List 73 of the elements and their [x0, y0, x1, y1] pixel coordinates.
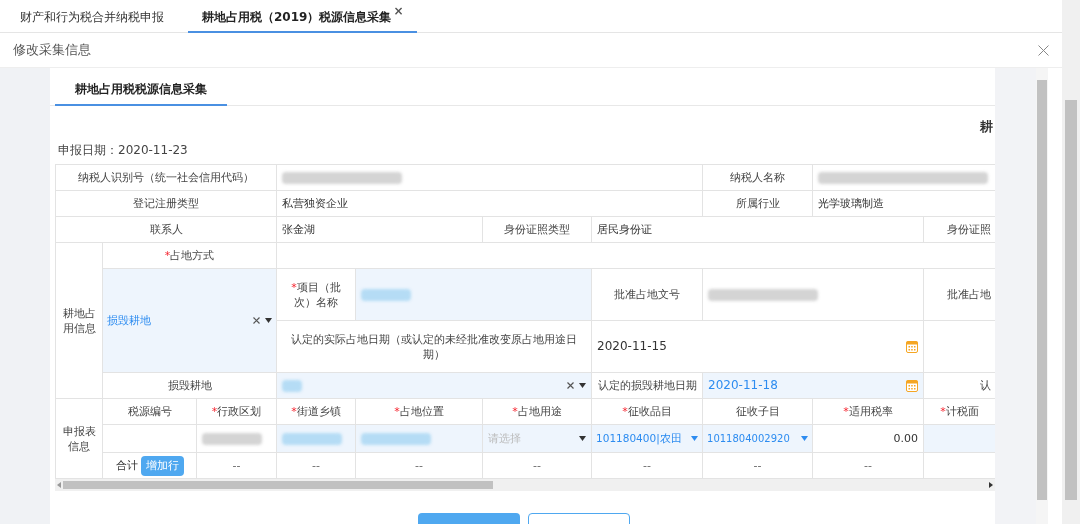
caret-icon	[265, 318, 273, 323]
rate-value: 0.00	[893, 432, 919, 445]
report-date: 申报日期：2020-11-23	[58, 142, 188, 159]
field-label: *街道乡镇	[276, 398, 356, 425]
blurred-value	[361, 288, 412, 301]
field-label: 申报表信息	[55, 398, 103, 479]
required-mark: *	[843, 405, 849, 418]
field-label: 认定的实际占地日期（或认定的未经批准改变原占地用途日期）	[276, 320, 592, 373]
scrollbar-thumb[interactable]	[63, 481, 493, 489]
clear-icon[interactable]	[567, 382, 575, 389]
clear-icon[interactable]	[253, 317, 261, 324]
blurred-value	[361, 432, 432, 445]
required-mark: *	[394, 405, 400, 418]
total-label: 合计	[115, 458, 138, 473]
field-value: 居民身份证	[591, 216, 924, 243]
caret-icon	[579, 436, 587, 441]
page-tab[interactable]: 财产和行为税合并纳税申报	[10, 0, 174, 33]
required-mark: *	[622, 405, 628, 418]
field-label: *征收品目	[591, 398, 703, 425]
form-title: 耕	[980, 117, 993, 136]
field-value: --	[702, 452, 813, 479]
select-field[interactable]: 损毁耕地	[107, 313, 273, 328]
close-icon[interactable]	[1038, 44, 1049, 56]
field-value: 私营独资企业	[276, 190, 703, 217]
field-label: 批准占地文号	[591, 268, 703, 321]
calendar-icon[interactable]	[906, 340, 919, 353]
field-label: *占地方式	[102, 242, 277, 269]
caret-icon	[691, 436, 699, 441]
blurred-value	[282, 379, 303, 392]
field-value: --	[591, 452, 703, 479]
blurred-value	[202, 432, 262, 445]
required-mark: *	[164, 249, 171, 262]
page-scrollbar[interactable]	[1062, 0, 1080, 524]
field-label: 身份证照类型	[482, 216, 592, 243]
caret-icon	[579, 383, 587, 388]
scroll-right-icon[interactable]	[989, 482, 993, 488]
field-label: 联系人	[55, 216, 277, 243]
field-label: 认定的损毁耕地日期	[591, 372, 703, 399]
field-value: --	[482, 452, 592, 479]
field-label: 税源编号	[102, 398, 197, 425]
scroll-left-icon[interactable]	[57, 482, 61, 488]
required-mark: *	[291, 280, 297, 294]
horizontal-scrollbar[interactable]	[55, 479, 995, 491]
field-label: 征收子目	[702, 398, 813, 425]
field-value: --	[812, 452, 924, 479]
field-label: *占地用途	[482, 398, 592, 425]
form-tab[interactable]: 耕地占用税税源信息采集	[55, 78, 227, 106]
field-label: 损毁耕地	[102, 372, 277, 399]
field-label: 耕地占用信息	[55, 242, 103, 399]
field-label: 纳税人名称	[702, 164, 813, 191]
modal-title: 修改采集信息	[13, 41, 91, 60]
required-mark: *	[291, 405, 297, 418]
close-tab-icon[interactable]: ×	[393, 5, 404, 17]
calendar-icon[interactable]	[906, 379, 919, 392]
required-mark: *	[940, 405, 946, 418]
select-field[interactable]	[282, 379, 587, 392]
caret-icon	[801, 436, 809, 441]
field-label: 登记注册类型	[55, 190, 277, 217]
field-value: 张金湖	[276, 216, 483, 243]
field-label: *项目（批次）名称	[276, 268, 356, 321]
required-mark: *	[512, 405, 518, 418]
field-label: *占地位置	[355, 398, 483, 425]
field-label: 纳税人识别号（统一社会信用代码）	[55, 164, 277, 191]
field-value: --	[196, 452, 277, 479]
field-label: *适用税率	[812, 398, 924, 425]
field-value: --	[355, 452, 483, 479]
add-row-button[interactable]: 增加行	[140, 455, 184, 476]
field-value: --	[276, 452, 356, 479]
blurred-value	[282, 432, 343, 445]
page-tab[interactable]: 耕地占用税（2019）税源信息采集 ×	[188, 0, 418, 33]
required-mark: *	[211, 405, 218, 418]
field-label: *行政区划	[196, 398, 277, 425]
field-label: 所属行业	[702, 190, 813, 217]
